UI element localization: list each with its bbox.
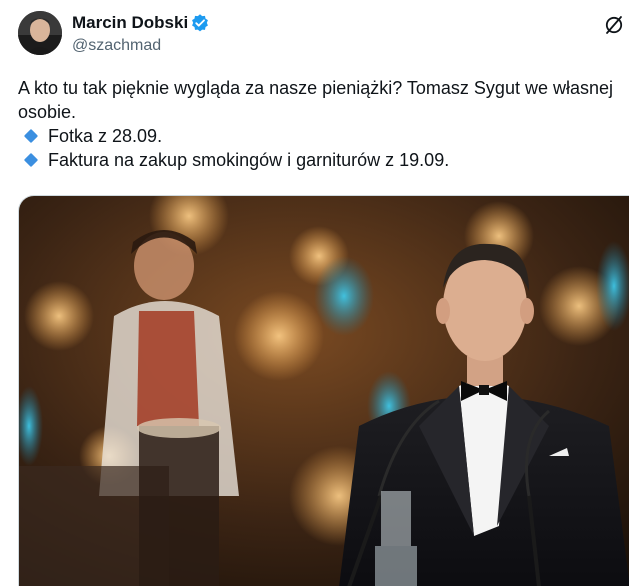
- small-blue-diamond-icon: [23, 128, 39, 144]
- tweet-bullet: Fotka z 28.09.: [18, 124, 618, 148]
- tweet-bullet-text: Faktura na zakup smokingów i garniturów …: [48, 150, 450, 170]
- tweet-photo[interactable]: [18, 195, 629, 586]
- tweet-text: A kto tu tak pięknie wygląda za nasze pi…: [18, 76, 618, 172]
- author-avatar[interactable]: [18, 11, 62, 55]
- author-name[interactable]: Marcin Dobski: [72, 13, 188, 33]
- grok-icon[interactable]: [603, 14, 625, 36]
- tweet-bullet: Faktura na zakup smokingów i garniturów …: [18, 148, 618, 172]
- small-blue-diamond-icon: [23, 152, 39, 168]
- tweet-bullet-text: Fotka z 28.09.: [48, 126, 163, 146]
- tweet-text-line: A kto tu tak pięknie wygląda za nasze pi…: [18, 78, 613, 122]
- author-handle[interactable]: @szachmad: [72, 37, 161, 55]
- verified-badge-icon: [190, 13, 210, 33]
